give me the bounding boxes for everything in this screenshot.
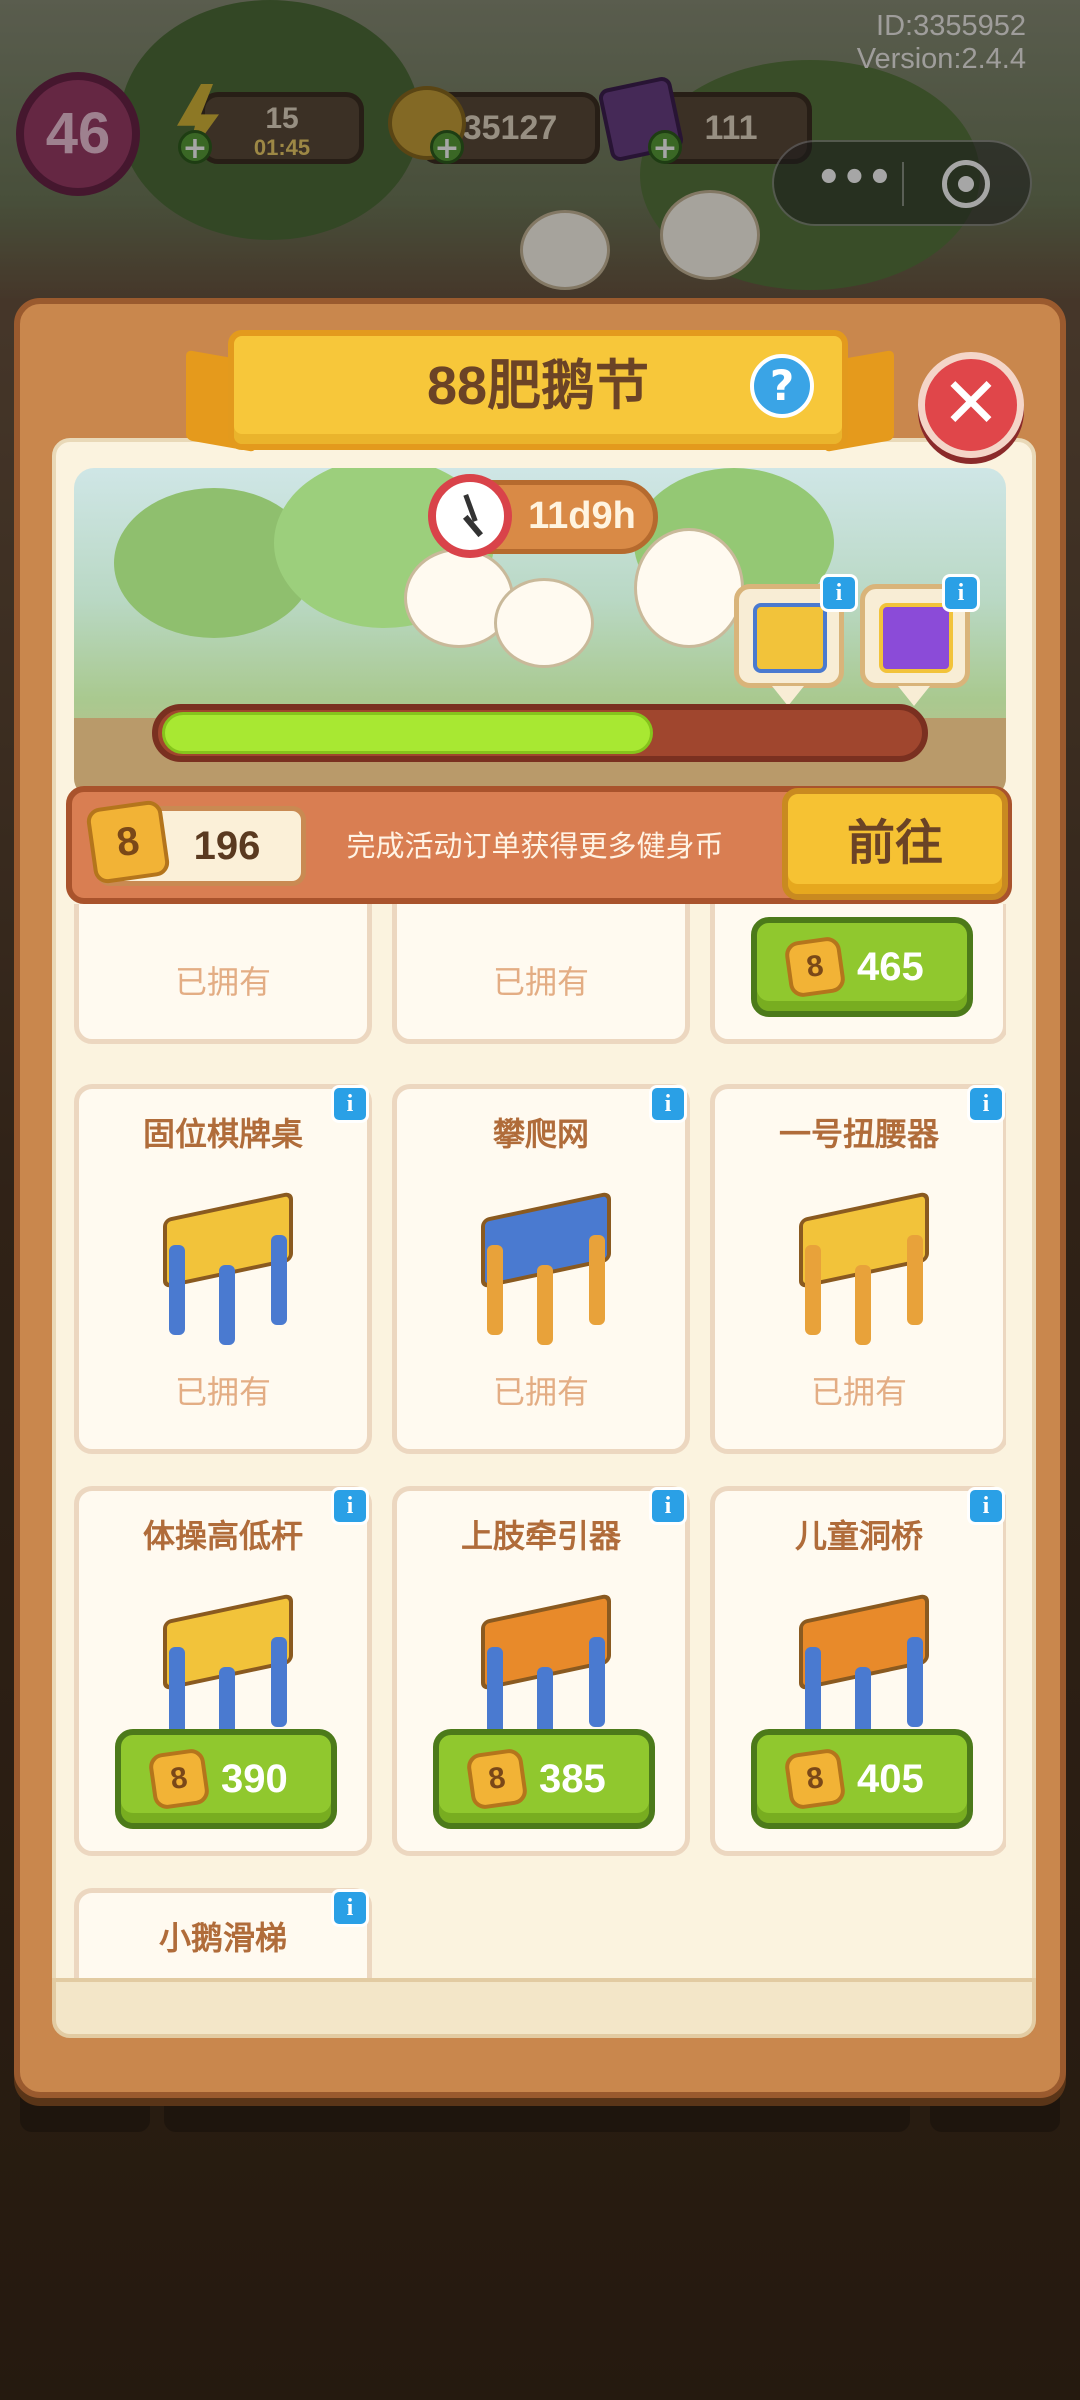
close-button[interactable]: ✕: [918, 352, 1024, 458]
item-grid: 已拥有 已拥有 8 465 固位棋牌桌 i 已拥有 攀爬网 i 已拥有 一号扭腰器 i 已拥有 体操高低杆…: [74, 904, 1006, 1978]
fitness-coin-icon: 8: [465, 1747, 529, 1811]
price-text: 390: [221, 1757, 288, 1801]
item-card[interactable]: 儿童洞桥 i 8 405: [710, 1486, 1006, 1856]
item-name: 固位棋牌桌: [142, 1115, 303, 1153]
price-text: 385: [539, 1757, 606, 1801]
fitness-coin-icon: 8: [783, 1747, 847, 1811]
item-art: [769, 1175, 959, 1355]
info-icon[interactable]: i: [331, 1085, 369, 1123]
owned-label: 已拥有: [810, 1373, 907, 1411]
item-card[interactable]: 攀爬网 i 已拥有: [392, 1084, 690, 1454]
item-name: 儿童洞桥: [794, 1517, 923, 1555]
info-icon[interactable]: i: [942, 574, 980, 612]
item-art: [451, 1175, 641, 1355]
item-card[interactable]: 8 465: [710, 904, 1006, 1044]
item-card[interactable]: 上肢牵引器 i 8 385: [392, 1486, 690, 1856]
info-icon[interactable]: i: [331, 1889, 369, 1927]
fitness-coin-icon: 8: [783, 935, 847, 999]
item-card[interactable]: 已拥有: [392, 904, 690, 1044]
reward-slide-tip: [772, 686, 804, 706]
panel-bottom-edge: [52, 1978, 1036, 2038]
owned-label: 已拥有: [492, 963, 589, 1001]
info-icon[interactable]: i: [331, 1487, 369, 1525]
item-name: 小鹅滑梯: [158, 1919, 287, 1957]
info-icon[interactable]: i: [649, 1487, 687, 1525]
owned-label: 已拥有: [492, 1373, 589, 1411]
fitness-coin-icon: 8: [147, 1747, 211, 1811]
item-card[interactable]: 体操高低杆 i 8 390: [74, 1486, 372, 1856]
info-icon[interactable]: i: [967, 1085, 1005, 1123]
info-icon[interactable]: i: [820, 574, 858, 612]
reward-gift-tip: [898, 686, 930, 706]
item-name: 上肢牵引器: [460, 1517, 621, 1555]
buy-button[interactable]: 8 385: [433, 1729, 655, 1829]
info-icon[interactable]: i: [649, 1085, 687, 1123]
item-card[interactable]: 一号扭腰器 i 已拥有: [710, 1084, 1006, 1454]
owned-label: 已拥有: [174, 1373, 271, 1411]
help-button[interactable]: ?: [750, 354, 814, 418]
timer-text: 11d9h: [528, 495, 636, 537]
item-name: 攀爬网: [492, 1115, 589, 1153]
gift-icon: [879, 603, 953, 673]
price-text: 405: [857, 1757, 924, 1801]
clock-icon: [428, 474, 512, 558]
item-card[interactable]: 已拥有: [74, 904, 372, 1044]
fitness-coin-count: 196: [193, 824, 261, 868]
info-icon[interactable]: i: [967, 1487, 1005, 1525]
item-card[interactable]: 固位棋牌桌 i 已拥有: [74, 1084, 372, 1454]
buy-button[interactable]: 8 465: [751, 917, 973, 1017]
item-art: [133, 1175, 323, 1355]
owned-label: 已拥有: [174, 963, 271, 1001]
item-card[interactable]: 小鹅滑梯 i: [74, 1888, 372, 1978]
buy-button[interactable]: 8 390: [115, 1729, 337, 1829]
buy-button[interactable]: 8 405: [751, 1729, 973, 1829]
slide-icon: [753, 603, 827, 673]
fitness-coin-hint: 完成活动订单获得更多健身币: [346, 829, 724, 863]
item-name: 一号扭腰器: [778, 1115, 939, 1153]
event-progress-fill: [162, 712, 653, 754]
price-text: 465: [857, 945, 924, 989]
goto-button[interactable]: 前往: [782, 788, 1008, 900]
item-name: 体操高低杆: [142, 1517, 303, 1555]
